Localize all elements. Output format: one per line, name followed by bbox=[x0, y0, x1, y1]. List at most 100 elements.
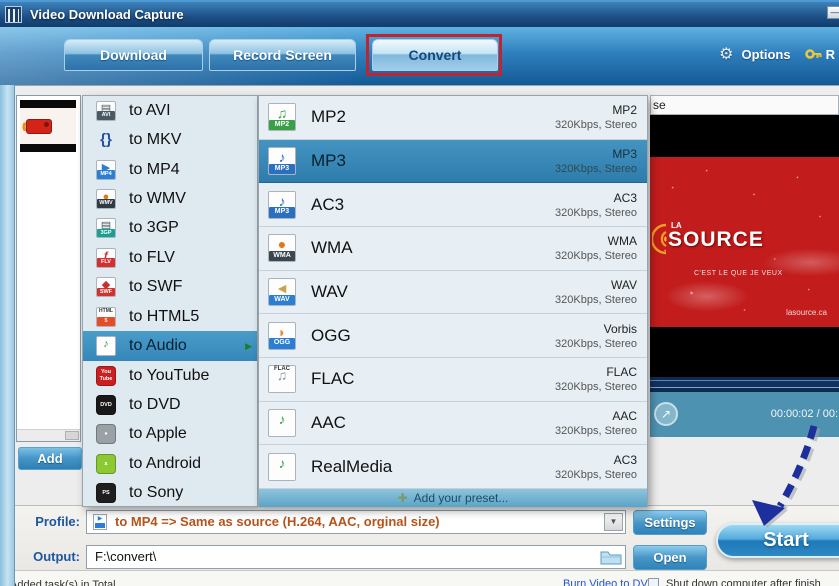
preset-details: MP2 320Kbps, Stereo bbox=[555, 103, 637, 131]
options-button[interactable]: Options bbox=[742, 47, 791, 62]
preset-bitrate: 320Kbps, Stereo bbox=[555, 207, 637, 219]
format-menu-item[interactable]: ᴥ to Android bbox=[83, 449, 257, 478]
format-menu-popup: ▤AVI to AVI {} to MKV ▶MP4 to MP4 ●WMV t… bbox=[82, 95, 258, 507]
format-type-icon: ▤AVI bbox=[96, 101, 116, 121]
playback-control-bar: ↗ 00:00:02 / 00: bbox=[650, 392, 839, 437]
profile-value: to MP4 => Same as source (H.264, AAC, or… bbox=[115, 511, 601, 533]
video-thumbnail[interactable]: ((( bbox=[20, 100, 76, 152]
preset-bitrate: 320Kbps, Stereo bbox=[555, 469, 637, 481]
video-screen: LA SOURCE C'EST LE QUE JE VEUX lasource.… bbox=[650, 115, 839, 377]
preset-item[interactable]: ◄WAV WAV WAV 320Kbps, Stereo bbox=[259, 271, 647, 315]
profile-dropdown[interactable]: to MP4 => Same as source (H.264, AAC, or… bbox=[86, 510, 626, 534]
format-menu-item[interactable]: HTML5 to HTML5 bbox=[83, 302, 257, 331]
burn-dvd-link[interactable]: Burn Video to DVD bbox=[563, 578, 656, 586]
brand-source-text: SOURCE bbox=[668, 228, 764, 252]
preset-bitrate: 320Kbps, Stereo bbox=[555, 381, 637, 393]
output-path-value: F:\convert\ bbox=[95, 546, 156, 568]
preset-item[interactable]: ♫MP2 MP2 MP2 320Kbps, Stereo bbox=[259, 96, 647, 140]
preset-name: MP2 bbox=[311, 107, 346, 127]
bottom-panel: Profile: to MP4 => Same as source (H.264… bbox=[0, 505, 839, 570]
format-menu-item[interactable]: ƒFLV to FLV bbox=[83, 243, 257, 272]
tab-record-screen[interactable]: Record Screen bbox=[209, 39, 356, 71]
video-separator bbox=[650, 377, 839, 392]
shutdown-checkbox-label: Shut down computer after finish bbox=[666, 578, 821, 586]
preset-menu-popup: ♫MP2 MP2 MP2 320Kbps, Stereo ♪MP3 MP3 MP… bbox=[258, 95, 648, 507]
preset-item[interactable]: ◗OGG OGG Vorbis 320Kbps, Stereo bbox=[259, 314, 647, 358]
settings-button[interactable]: Settings bbox=[633, 510, 707, 535]
format-menu-item[interactable]: ▤3GP to 3GP bbox=[83, 214, 257, 243]
shutdown-checkbox[interactable] bbox=[648, 578, 659, 586]
format-menu-item[interactable]: ♪ to Audio ▶ bbox=[83, 331, 257, 360]
folder-icon[interactable] bbox=[600, 549, 622, 566]
preset-name: AC3 bbox=[311, 195, 344, 215]
preset-item[interactable]: ♪ RealMedia AC3 320Kbps, Stereo bbox=[259, 445, 647, 489]
format-menu-item[interactable]: PS to Sony bbox=[83, 478, 257, 507]
output-path-field[interactable]: F:\convert\ bbox=[86, 545, 626, 569]
file-list-panel: ((( bbox=[16, 95, 81, 442]
tab-download[interactable]: Download bbox=[64, 39, 203, 71]
window-title: Video Download Capture bbox=[30, 7, 184, 22]
preset-type-icon: ♪ bbox=[268, 409, 296, 437]
format-type-icon: ◆SWF bbox=[96, 277, 116, 297]
expand-icon[interactable]: ↗ bbox=[654, 402, 678, 426]
preset-list: ♫MP2 MP2 MP2 320Kbps, Stereo ♪MP3 MP3 MP… bbox=[259, 96, 647, 489]
preset-type-icon: ♫MP2 bbox=[268, 103, 296, 131]
format-menu-item[interactable]: ●WMV to WMV bbox=[83, 184, 257, 213]
add-button[interactable]: Add bbox=[18, 447, 82, 470]
format-menu-item[interactable]: DVD to DVD bbox=[83, 390, 257, 419]
preset-type-icon: ●WMA bbox=[268, 234, 296, 262]
chevron-down-icon[interactable]: ▼ bbox=[604, 513, 623, 531]
scrollbar-thumb[interactable] bbox=[65, 431, 79, 440]
format-type-icon: PS bbox=[96, 483, 116, 503]
preset-item[interactable]: ♪ AAC AAC 320Kbps, Stereo bbox=[259, 402, 647, 446]
video-title-strip: se bbox=[650, 95, 839, 115]
preset-type-icon: ◄WAV bbox=[268, 278, 296, 306]
tab-bar: Download Record Screen Convert ⚙ Options… bbox=[0, 27, 839, 85]
format-type-icon: {} bbox=[96, 130, 116, 150]
horizontal-scrollbar[interactable] bbox=[17, 429, 80, 441]
format-menu-item-label: to Sony bbox=[129, 484, 183, 502]
preset-details: AC3 320Kbps, Stereo bbox=[555, 453, 637, 481]
minimize-button[interactable]: — bbox=[827, 6, 839, 19]
format-menu-item[interactable]: ◆SWF to SWF bbox=[83, 273, 257, 302]
preset-item[interactable]: FLAC♫ FLAC FLAC 320Kbps, Stereo bbox=[259, 358, 647, 402]
format-menu-item-label: to WMV bbox=[129, 190, 186, 208]
gear-icon: ⚙ bbox=[719, 44, 733, 64]
preset-details: WAV 320Kbps, Stereo bbox=[555, 278, 637, 306]
format-menu-item[interactable]: ▤AVI to AVI bbox=[83, 96, 257, 125]
preset-item[interactable]: ♪MP3 MP3 MP3 320Kbps, Stereo bbox=[259, 140, 647, 184]
format-type-icon: ▤3GP bbox=[96, 218, 116, 238]
preset-details: Vorbis 320Kbps, Stereo bbox=[555, 322, 637, 350]
plus-icon: ✚ bbox=[398, 491, 408, 505]
preset-name: WAV bbox=[311, 282, 348, 302]
register-button[interactable]: R bbox=[805, 46, 835, 62]
preset-format: FLAC bbox=[606, 365, 637, 379]
submenu-arrow-icon: ▶ bbox=[245, 341, 252, 352]
format-menu-item-label: to 3GP bbox=[129, 219, 179, 237]
preset-format: Vorbis bbox=[604, 322, 637, 336]
brand-tagline: C'EST LE QUE JE VEUX bbox=[694, 270, 783, 277]
brand-website: lasource.ca bbox=[786, 308, 827, 317]
preset-bitrate: 320Kbps, Stereo bbox=[555, 163, 637, 175]
start-button[interactable]: Start bbox=[716, 523, 839, 558]
preset-item[interactable]: ♪MP3 AC3 AC3 320Kbps, Stereo bbox=[259, 183, 647, 227]
red-camera-graphic bbox=[26, 119, 52, 134]
preset-item[interactable]: ●WMA WMA WMA 320Kbps, Stereo bbox=[259, 227, 647, 271]
open-button[interactable]: Open bbox=[633, 545, 707, 570]
add-preset-button[interactable]: ✚ Add your preset... bbox=[259, 489, 647, 507]
format-menu-item[interactable]: ▶MP4 to MP4 bbox=[83, 155, 257, 184]
preset-format: AC3 bbox=[614, 453, 637, 467]
format-type-icon: ᴥ bbox=[96, 454, 116, 474]
format-menu-item[interactable]: ● to Apple bbox=[83, 420, 257, 449]
preset-type-icon: ◗OGG bbox=[268, 322, 296, 350]
profile-label: Profile: bbox=[14, 514, 80, 529]
format-type-icon: ● bbox=[96, 424, 116, 444]
preset-bitrate: 320Kbps, Stereo bbox=[555, 250, 637, 262]
format-menu-item[interactable]: You Tube to YouTube bbox=[83, 361, 257, 390]
tab-convert[interactable]: Convert bbox=[372, 39, 498, 71]
format-menu-item[interactable]: {} to MKV bbox=[83, 125, 257, 154]
app-icon bbox=[5, 6, 22, 23]
format-menu-item-label: to Android bbox=[129, 455, 201, 473]
format-menu-item-label: to HTML5 bbox=[129, 308, 199, 326]
format-type-icon: ƒFLV bbox=[96, 248, 116, 268]
